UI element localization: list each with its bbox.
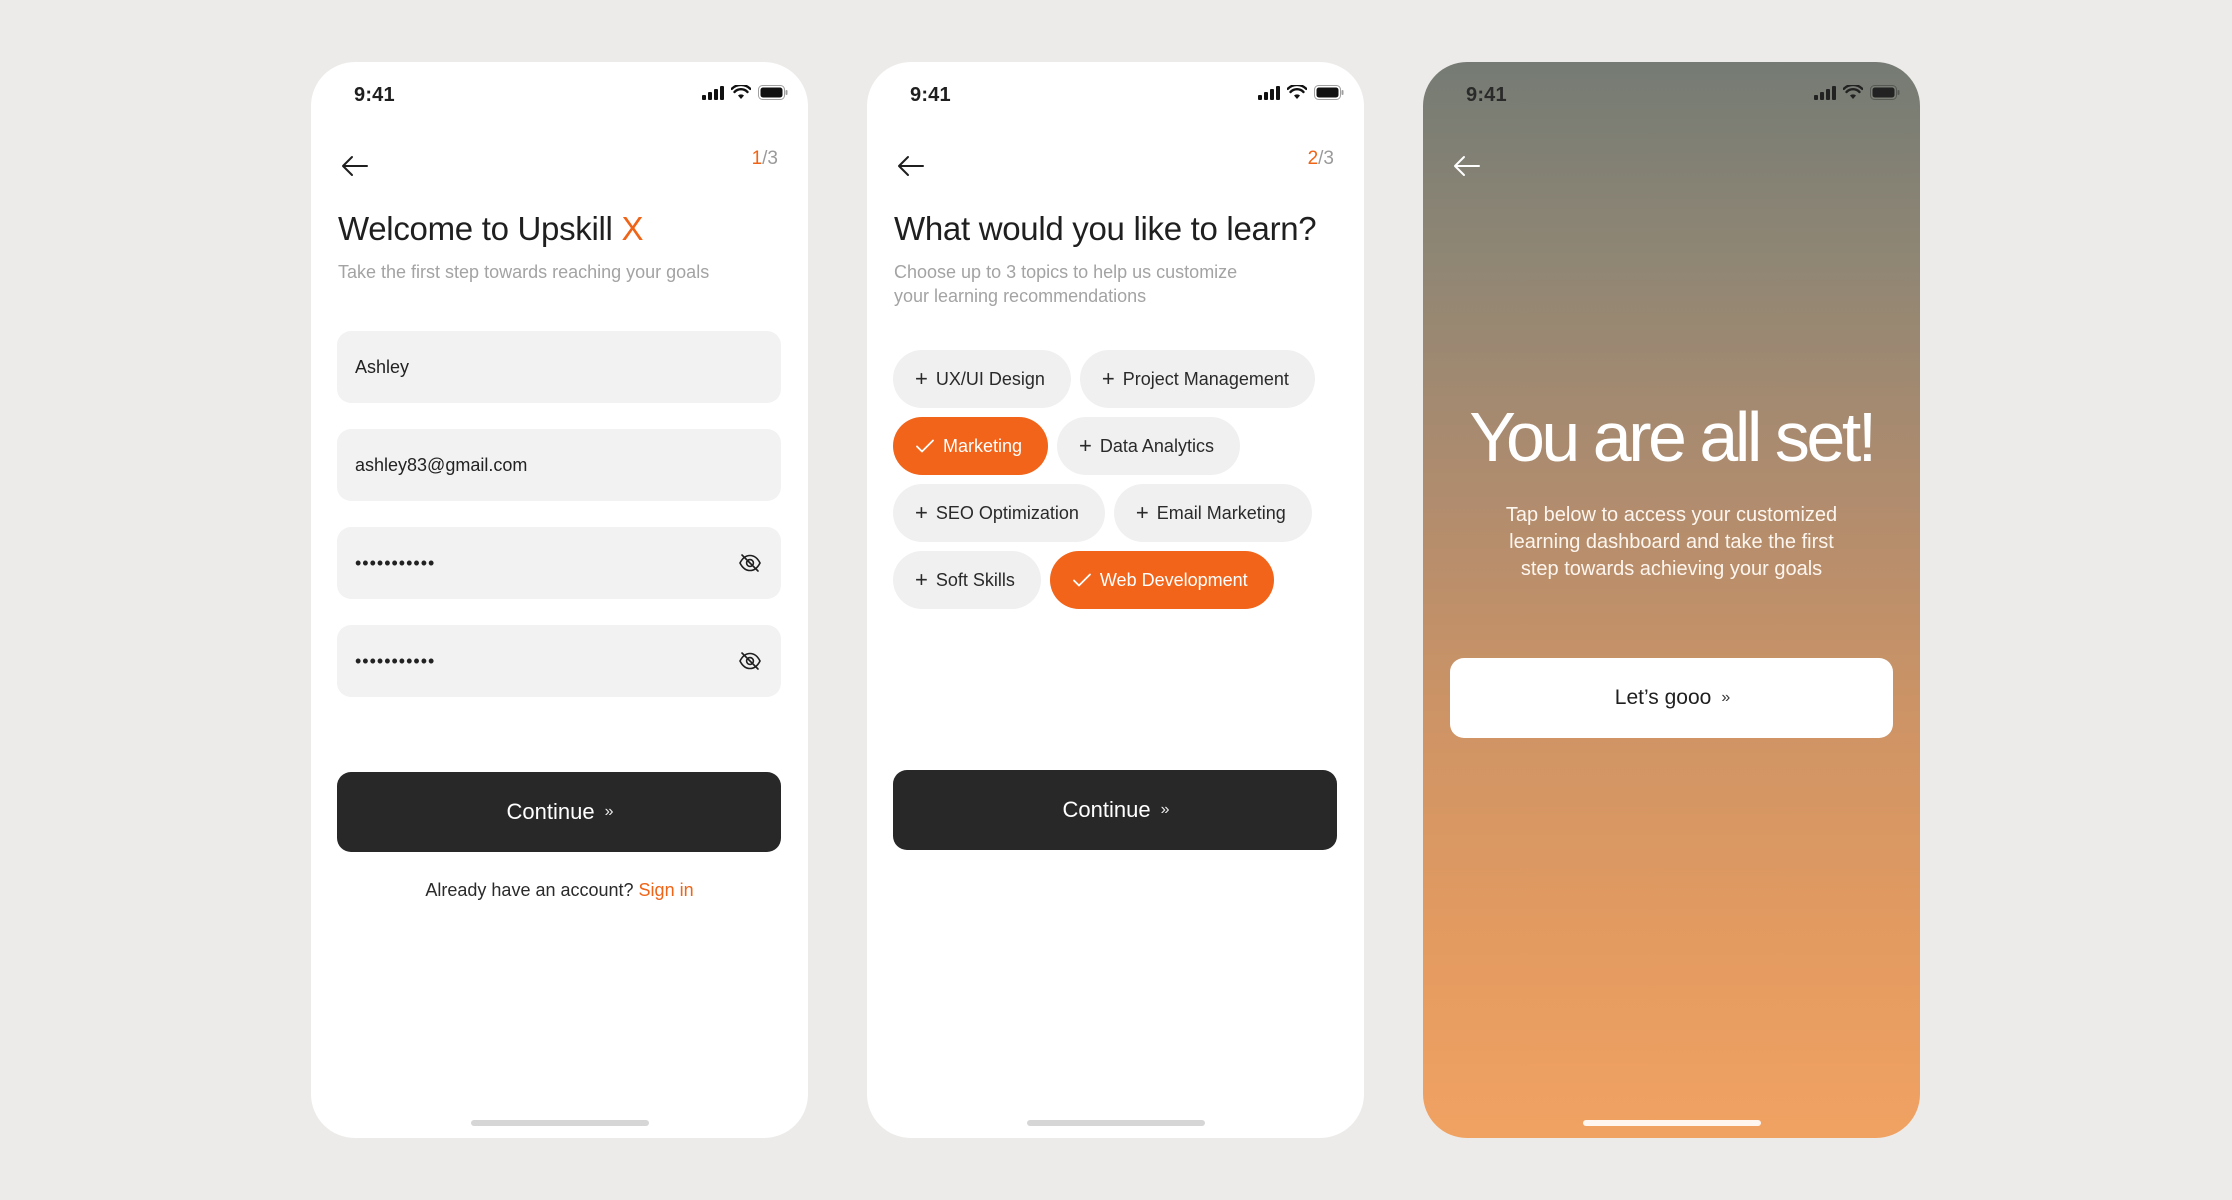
arrow-left-icon <box>342 156 368 176</box>
back-button[interactable] <box>1447 146 1487 186</box>
eye-off-icon[interactable] <box>737 550 763 576</box>
topic-chip[interactable]: + Project Management <box>1079 350 1315 408</box>
step-indicator: 1/3 <box>752 148 778 170</box>
lets-go-label: Let’s gooo <box>1614 686 1712 709</box>
topic-chip[interactable]: + Soft Skills <box>893 551 1041 609</box>
wifi-icon <box>1843 85 1863 99</box>
plus-icon: + <box>915 500 928 525</box>
topic-chips: + UX/UI Design + Project Management Market… <box>893 350 1343 618</box>
battery-icon <box>758 85 788 100</box>
chip-label: Email Marketing <box>1156 502 1286 523</box>
chip-row: + UX/UI Design + Project Management <box>893 350 1343 408</box>
title-text: Welcome to Upskill <box>338 210 622 247</box>
name-input[interactable] <box>355 356 763 378</box>
email-field[interactable] <box>337 429 781 501</box>
home-indicator <box>1026 1120 1205 1126</box>
page-subtitle: Take the first step towards reaching you… <box>338 262 710 282</box>
home-indicator <box>1582 1120 1761 1126</box>
signal-icon <box>1814 85 1836 100</box>
status-icons <box>702 85 788 100</box>
success-subtitle: Tap below to access your customized lear… <box>1483 502 1860 583</box>
back-button[interactable] <box>891 146 931 186</box>
chip-row: + Soft Skills Web Development <box>893 551 1343 609</box>
chip-label: Web Development <box>1099 569 1248 590</box>
chip-label: Soft Skills <box>935 569 1015 590</box>
signal-icon <box>1258 85 1280 100</box>
step-current: 2 <box>1307 148 1319 169</box>
topic-chip-selected[interactable]: Web Development <box>1049 551 1274 609</box>
continue-label: Continue <box>1062 797 1151 822</box>
signin-prompt: Already have an account? Sign in <box>311 880 808 901</box>
signal-icon <box>702 85 724 100</box>
continue-button[interactable]: Continue » <box>893 770 1337 850</box>
plus-icon: + <box>1135 500 1149 525</box>
chip-row: + SEO Optimization + Email Marketing <box>893 484 1343 542</box>
arrow-left-icon <box>1454 156 1480 176</box>
all-set-screen: 9:41 You are all set! Tap below to acces… <box>1423 62 1920 1138</box>
plus-icon: + <box>1101 366 1115 391</box>
continue-button[interactable]: Continue » <box>337 772 781 852</box>
success-title: You are all set! <box>1469 398 1877 476</box>
back-button[interactable] <box>335 146 375 186</box>
subtitle-line-1: Choose up to 3 topics to help us customi… <box>894 262 1238 282</box>
wifi-icon <box>1287 85 1307 99</box>
password-field[interactable]: ••••••••••• <box>337 527 781 599</box>
signup-screen: 9:41 1/3 Welcome to Upskill X Take the f… <box>311 62 808 1138</box>
topic-chip[interactable]: + SEO Optimization <box>893 484 1105 542</box>
signin-prompt-text: Already have an account? <box>425 880 639 900</box>
step-total: /3 <box>1318 148 1334 169</box>
continue-label: Continue <box>506 799 595 824</box>
check-icon <box>916 439 934 453</box>
subtitle-line-2: your learning recommendations <box>894 286 1147 306</box>
eye-off-icon[interactable] <box>737 648 763 674</box>
chip-label: Data Analytics <box>1099 435 1214 456</box>
topic-chip[interactable]: + UX/UI Design <box>893 350 1071 408</box>
name-field[interactable] <box>337 331 781 403</box>
page-subtitle: Choose up to 3 topics to help us customi… <box>894 260 1274 308</box>
battery-icon <box>1870 85 1900 100</box>
double-chevron-right-icon: » <box>1160 801 1170 818</box>
chip-label: Project Management <box>1122 368 1289 389</box>
step-current: 1 <box>751 148 763 169</box>
page-title: What would you like to learn? <box>894 210 1317 247</box>
lets-go-button[interactable]: Let’s gooo » <box>1450 658 1893 738</box>
status-icons <box>1258 85 1344 100</box>
status-icons <box>1814 85 1900 100</box>
arrow-left-icon <box>898 156 924 176</box>
password-input[interactable]: ••••••••••• <box>355 553 737 574</box>
status-time: 9:41 <box>1466 84 1507 106</box>
chip-label: Marketing <box>943 435 1023 456</box>
topics-screen: 9:41 2/3 What would you like to learn? C… <box>867 62 1364 1138</box>
confirm-password-input[interactable]: ••••••••••• <box>355 651 737 672</box>
plus-icon: + <box>1079 433 1092 458</box>
battery-icon <box>1314 85 1344 100</box>
email-input[interactable] <box>355 454 763 476</box>
topic-chip[interactable]: + Data Analytics <box>1057 417 1240 475</box>
status-time: 9:41 <box>910 84 951 106</box>
page-title: Welcome to Upskill X <box>338 210 643 248</box>
check-icon <box>1072 573 1091 587</box>
signin-link[interactable]: Sign in <box>639 880 694 900</box>
double-chevron-right-icon: » <box>604 803 614 820</box>
subtitle-line-2: learning dashboard and take the first <box>1509 531 1834 553</box>
home-indicator <box>470 1120 649 1126</box>
subtitle-line-3: step towards achieving your goals <box>1520 558 1823 580</box>
plus-icon: + <box>915 366 928 391</box>
step-indicator: 2/3 <box>1308 148 1334 170</box>
chip-row: Marketing + Data Analytics <box>893 417 1343 475</box>
chip-label: SEO Optimization <box>935 502 1079 523</box>
wifi-icon <box>731 85 751 99</box>
subtitle-line-1: Tap below to access your customized <box>1505 504 1838 526</box>
double-chevron-right-icon: » <box>1721 689 1730 706</box>
status-time: 9:41 <box>354 84 395 106</box>
step-total: /3 <box>762 148 778 169</box>
title-accent: X <box>621 210 644 247</box>
confirm-password-field[interactable]: ••••••••••• <box>337 625 781 697</box>
plus-icon: + <box>915 567 928 592</box>
chip-label: UX/UI Design <box>935 368 1045 389</box>
topic-chip[interactable]: + Email Marketing <box>1113 484 1312 542</box>
topic-chip-selected[interactable]: Marketing <box>893 417 1049 475</box>
